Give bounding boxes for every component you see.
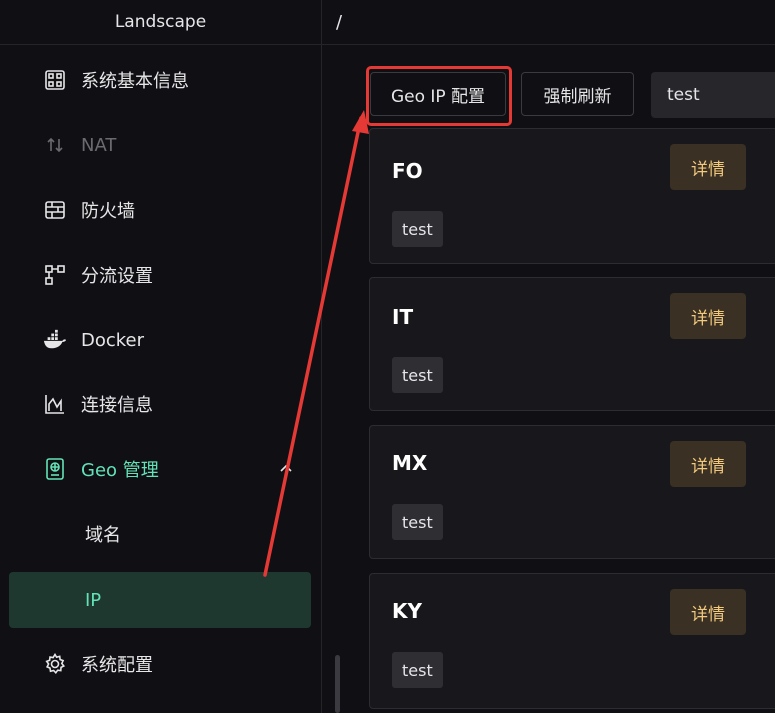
chart-icon	[43, 392, 67, 416]
flow-icon	[43, 263, 67, 287]
sidebar-item-nat[interactable]: NAT	[9, 117, 311, 173]
sidebar-item-docker[interactable]: Docker	[9, 312, 311, 368]
swap-vertical-icon	[43, 133, 67, 157]
dashboard-icon	[43, 68, 67, 92]
card-title: IT	[392, 305, 414, 329]
detail-button[interactable]: 详情	[670, 441, 746, 487]
detail-button[interactable]: 详情	[670, 589, 746, 635]
card-title: KY	[392, 599, 422, 623]
sidebar-item-label: NAT	[81, 134, 117, 156]
sidebar-item-label: 防火墙	[81, 201, 135, 222]
sidebar: Landscape 系统基本信息 NAT 防火墙 分流设置 Docker 连接信…	[0, 0, 321, 713]
sidebar-item-label: Geo 管理	[81, 460, 159, 481]
sidebar-item-domain[interactable]: 域名	[9, 506, 311, 562]
sidebar-item-label: 连接信息	[81, 395, 153, 416]
search-input[interactable]	[651, 72, 775, 118]
tag-badge: test	[392, 357, 443, 393]
sidebar-scrollbar[interactable]	[335, 655, 340, 713]
tag-badge: test	[392, 652, 443, 688]
sidebar-item-label: Docker	[81, 329, 145, 351]
chevron-up-icon[interactable]	[277, 459, 295, 477]
app-window: Landscape 系统基本信息 NAT 防火墙 分流设置 Docker 连接信…	[0, 0, 775, 713]
tag-badge: test	[392, 504, 443, 540]
sidebar-item-system-config[interactable]: 系统配置	[9, 636, 311, 692]
sidebar-item-connections[interactable]: 连接信息	[9, 376, 311, 432]
gear-icon	[43, 652, 67, 676]
detail-button[interactable]: 详情	[670, 144, 746, 190]
firewall-icon	[43, 198, 67, 222]
sidebar-item-system-info[interactable]: 系统基本信息	[9, 52, 311, 108]
sidebar-item-label: 域名	[85, 525, 121, 546]
geo-card: KY 详情 test	[369, 573, 775, 709]
annotation-highlight-box	[366, 66, 512, 126]
card-title: FO	[392, 159, 423, 183]
app-title: Landscape	[0, 0, 321, 45]
geo-card: MX 详情 test	[369, 425, 775, 559]
sidebar-item-geo[interactable]: Geo 管理	[9, 441, 311, 497]
sidebar-item-ip[interactable]: IP	[9, 572, 311, 628]
sidebar-item-label: IP	[85, 589, 102, 611]
detail-button[interactable]: 详情	[670, 293, 746, 339]
geo-card: FO 详情 test	[369, 128, 775, 264]
sidebar-divider[interactable]	[321, 0, 322, 713]
geo-card: IT 详情 test	[369, 277, 775, 411]
sidebar-item-label: 系统配置	[81, 655, 153, 676]
docker-icon	[43, 328, 67, 352]
breadcrumb: /	[322, 0, 775, 45]
geo-icon	[43, 457, 67, 481]
tag-badge: test	[392, 211, 443, 247]
sidebar-item-firewall[interactable]: 防火墙	[9, 182, 311, 238]
sidebar-item-flow[interactable]: 分流设置	[9, 247, 311, 303]
sidebar-item-label: 系统基本信息	[81, 71, 189, 92]
card-title: MX	[392, 451, 428, 475]
force-refresh-button[interactable]: 强制刷新	[521, 72, 634, 116]
sidebar-item-label: 分流设置	[81, 266, 153, 287]
